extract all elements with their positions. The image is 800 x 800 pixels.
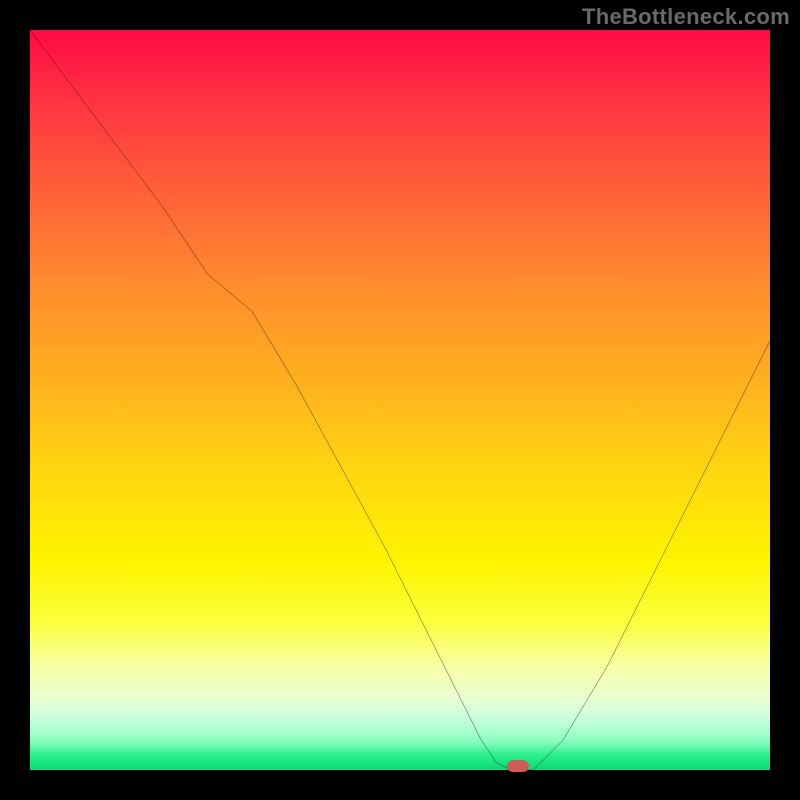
optimal-marker xyxy=(507,760,529,772)
curve-path xyxy=(30,30,770,770)
watermark-text: TheBottleneck.com xyxy=(582,4,790,30)
chart-frame: TheBottleneck.com xyxy=(0,0,800,800)
bottleneck-curve xyxy=(30,30,770,770)
plot-area xyxy=(30,30,770,770)
